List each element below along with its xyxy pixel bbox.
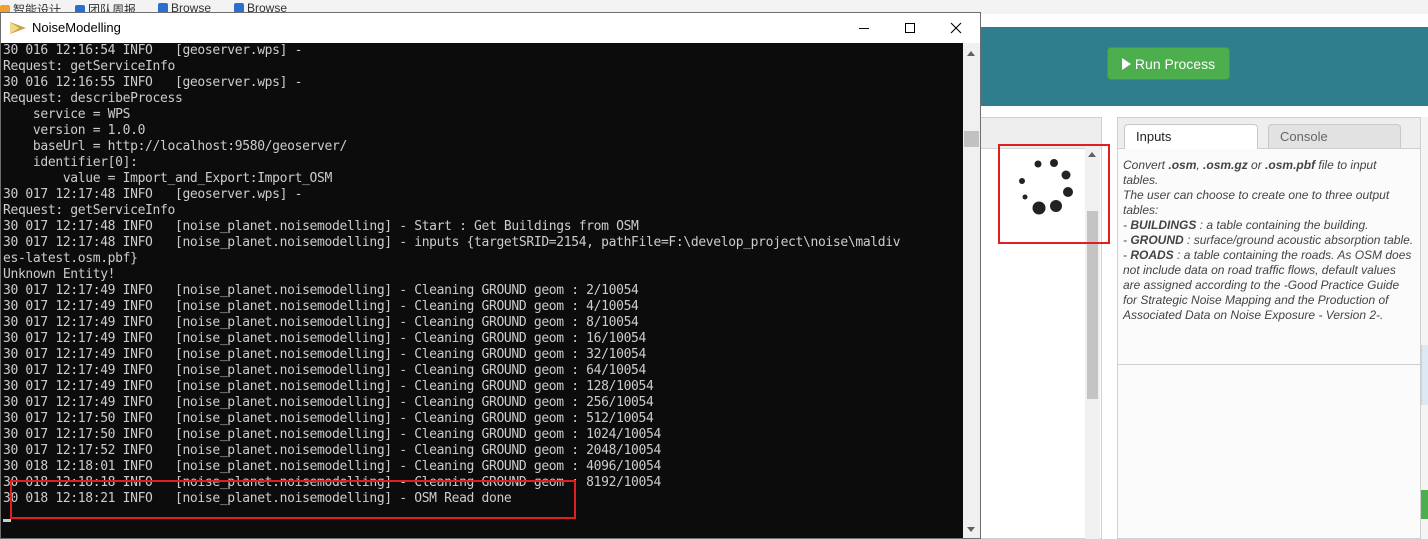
text-cursor [3,519,11,522]
console-scrollbar[interactable] [963,43,980,538]
desc-text: : surface/ground acoustic absorption tab… [1183,233,1414,247]
desc-ground-key: GROUND [1130,233,1184,247]
run-process-label: Run Process [1134,55,1216,72]
tab-console[interactable]: Console [1268,124,1401,148]
close-button[interactable] [933,13,979,43]
edge-green-tab[interactable] [1421,490,1428,519]
log-line: es-latest.osm.pbf} [3,251,138,266]
log-line: identifier[0]: [3,155,138,170]
desc-ext-osm-gz: .osm.gz [1203,158,1248,172]
log-line: 30 016 12:16:55 INFO [geoserver.wps] - [3,75,303,90]
log-line: 30 017 12:17:49 INFO [noise_planet.noise… [3,283,639,298]
log-line: 30 017 12:17:49 INFO [noise_planet.noise… [3,363,646,378]
log-line: 30 017 12:17:50 INFO [noise_planet.noise… [3,411,654,426]
edge-strip [1421,117,1428,539]
log-line: 30 018 12:18:01 INFO [noise_planet.noise… [3,459,661,474]
log-line: 30 017 12:17:52 INFO [noise_planet.noise… [3,443,661,458]
log-line: 30 017 12:17:49 INFO [noise_planet.noise… [3,299,639,314]
scroll-down-arrow-icon[interactable] [967,527,975,532]
play-icon [1121,57,1131,70]
process-description: Convert .osm, .osm.gz or .osm.pbf file t… [1123,158,1415,323]
noisemodelling-app-icon [10,22,26,34]
desc-ext-osm: .osm [1168,158,1197,172]
console-output[interactable]: 30 016 12:16:54 INFO [geoserver.wps] - Re… [1,43,963,538]
tab-inputs[interactable]: Inputs [1124,124,1258,149]
desc-buildings-key: BUILDINGS [1130,218,1197,232]
divider [1118,364,1420,365]
close-icon [950,22,962,34]
log-line: 30 017 12:17:49 INFO [noise_planet.noise… [3,347,646,362]
desc-ext-osm-pbf: .osm.pbf [1265,158,1316,172]
log-line: baseUrl = http://localhost:9580/geoserve… [3,139,347,154]
console-titlebar[interactable]: NoiseModelling [1,13,980,43]
spinner-highlight-box [998,144,1110,244]
process-details-panel: Inputs Console Convert .osm, .osm.gz or … [1117,117,1421,539]
details-tabs: Inputs Console [1118,118,1420,149]
log-line: service = WPS [3,107,131,122]
log-line: Unknown Entity! [3,267,116,282]
console-window: NoiseModelling 30 016 12:16:54 INFO [geo… [0,12,981,539]
log-line: 30 017 12:17:48 INFO [noise_planet.noise… [3,219,639,234]
minimize-button[interactable] [841,13,887,43]
log-line: value = Import_and_Export:Import_OSM [3,171,333,186]
minimize-icon [859,28,869,29]
log-line: 30 017 12:17:49 INFO [noise_planet.noise… [3,331,646,346]
run-process-button[interactable]: Run Process [1107,47,1230,80]
log-line: 30 017 12:17:49 INFO [noise_planet.noise… [3,379,654,394]
edge-tab[interactable] [1421,345,1428,405]
log-highlight-box [10,480,576,519]
desc-roads-key: ROADS [1130,248,1174,262]
log-line: version = 1.0.0 [3,123,146,138]
log-line: 30 017 12:17:48 INFO [geoserver.wps] - [3,187,303,202]
scroll-up-arrow-icon[interactable] [967,51,975,56]
log-line: 30 017 12:17:49 INFO [noise_planet.noise… [3,315,639,330]
log-line: Request: getServiceInfo [3,203,175,218]
scrollbar-thumb[interactable] [964,131,979,147]
log-line: 30 017 12:17:49 INFO [noise_planet.noise… [3,395,654,410]
desc-text: : a table containing the building. [1196,218,1369,232]
desc-text: or [1247,158,1266,172]
maximize-icon [905,23,915,33]
desc-text: The user can choose to create one to thr… [1123,188,1390,217]
console-title: NoiseModelling [32,20,121,35]
log-line: 30 016 12:16:54 INFO [geoserver.wps] - [3,43,303,58]
log-line: Request: getServiceInfo [3,59,175,74]
log-line: Request: describeProcess [3,91,183,106]
log-line: 30 017 12:17:48 INFO [noise_planet.noise… [3,235,901,250]
maximize-button[interactable] [887,13,933,43]
log-line: 30 017 12:17:50 INFO [noise_planet.noise… [3,427,661,442]
desc-text: Convert [1123,158,1169,172]
